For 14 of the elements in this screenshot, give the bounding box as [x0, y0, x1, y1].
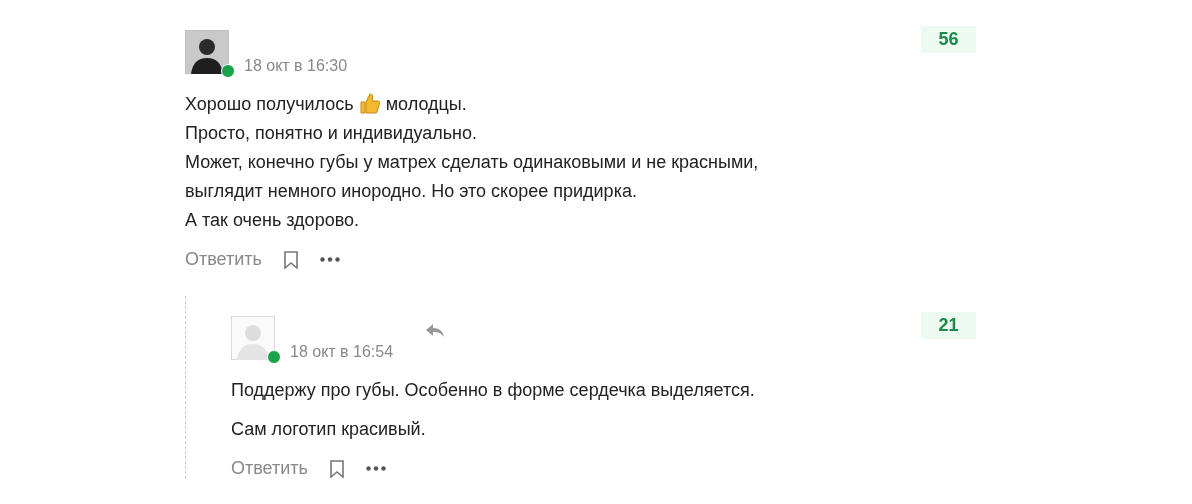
comment-score: 21 — [921, 312, 976, 339]
reply-link[interactable]: Ответить — [185, 249, 262, 270]
comment-time: 18 окт в 16:54 — [290, 343, 394, 361]
comment-text: Хорошо получилось молодцы. Просто, понятно и индивидуально. Может, конечно губы у матрех сделать одинаковыми и не красными, выглядит немного инородно. Но это скорее придирка. А так очень здорово. — [185, 91, 760, 232]
comment-time: 18 окт в 16:30 — [244, 57, 348, 75]
bookmark-icon[interactable] — [329, 459, 344, 478]
more-icon[interactable] — [365, 466, 386, 471]
reply-arrow-icon[interactable] — [426, 324, 444, 338]
comment-text: Сам логотип красивый. — [231, 418, 427, 441]
comment-score: 56 — [921, 26, 976, 53]
bookmark-icon[interactable] — [283, 250, 298, 269]
comment-text: Поддержу про губы. Особенно в форме сердечка выделяется. — [231, 379, 756, 402]
more-icon[interactable] — [319, 257, 340, 262]
reply-link[interactable]: Ответить — [231, 458, 308, 479]
